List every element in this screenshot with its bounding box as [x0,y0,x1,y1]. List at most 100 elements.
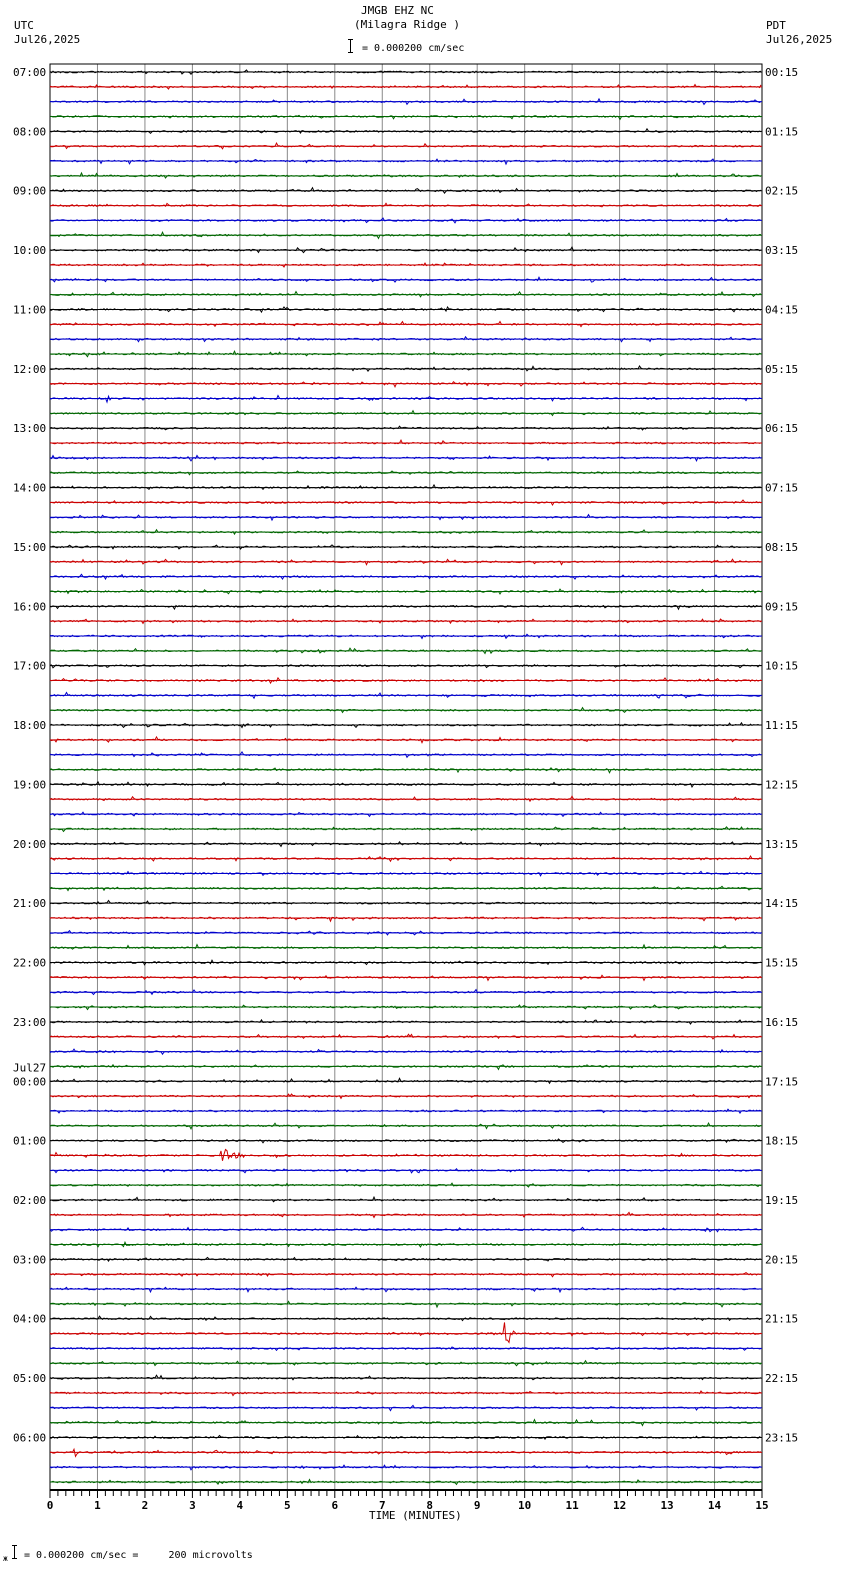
pdt-hour-label: 12:15 [765,778,798,791]
footer-scale-note: = 0.000200 cm/sec = 200 microvolts [24,1550,253,1561]
seismic-trace [49,202,762,208]
utc-hour-label: 00:00 [13,1075,46,1088]
pdt-hour-label: 19:15 [765,1194,798,1207]
utc-hour-label: 02:00 [13,1194,46,1207]
x-tick-label: 9 [474,1499,481,1512]
seismic-trace [49,1063,762,1071]
x-tick-label: 4 [237,1499,244,1512]
pdt-hour-label: 05:15 [765,363,798,376]
utc-hour-label: 03:00 [13,1253,46,1266]
pdt-hour-label: 10:15 [765,660,798,673]
utc-hour-label: 07:00 [13,66,46,79]
utc-hour-label: 09:00 [13,185,46,198]
utc-hour-label: 20:00 [13,838,46,851]
x-tick-label: 10 [518,1499,531,1512]
utc-hour-label: 13:00 [13,422,46,435]
seismic-trace [49,573,761,581]
pdt-hour-label: 09:15 [765,600,798,613]
pdt-hour-label: 21:15 [765,1313,798,1326]
x-tick-label: 12 [613,1499,626,1512]
utc-hour-label: 21:00 [13,897,46,910]
seismic-trace [49,499,762,507]
utc-hour-label: 14:00 [13,482,46,495]
plot-frame [49,63,763,1491]
seismic-trace [49,767,762,774]
seismic-trace [49,1346,762,1352]
pdt-hour-label: 14:15 [765,897,798,910]
pdt-hour-label: 22:15 [765,1372,798,1385]
utc-hour-label: 06:00 [13,1431,46,1444]
utc-hour-label: 16:00 [13,600,46,613]
utc-hour-label: 05:00 [13,1372,46,1385]
x-tick-label: 15 [755,1499,768,1512]
pdt-hour-label: 23:15 [765,1431,798,1444]
seismic-trace [49,335,762,343]
x-tick-label: 2 [142,1499,149,1512]
seismic-trace [49,795,762,803]
pdt-hour-label: 17:15 [765,1075,798,1088]
utc-hour-label: 10:00 [13,244,46,257]
pdt-hour-label: 08:15 [765,541,798,554]
footer-scale-bar-icon [12,1545,19,1559]
seismic-trace [49,470,761,476]
seismic-trace [50,959,762,966]
seismic-trace [49,1322,762,1344]
pdt-hour-label: 11:15 [765,719,798,732]
pdt-hour-label: 07:15 [765,482,798,495]
seismic-trace [49,780,762,789]
pdt-hour-label: 20:15 [765,1253,798,1266]
utc-hour-label: 22:00 [13,957,46,970]
utc-hour-label: 11:00 [13,303,46,316]
seismic-trace [49,114,762,121]
seismic-trace [50,1447,762,1458]
seismic-trace [49,262,762,268]
pdt-hour-label: 02:15 [765,185,798,198]
x-tick-label: 5 [284,1499,291,1512]
utc-hour-label: 19:00 [13,778,46,791]
pdt-hour-label: 18:15 [765,1135,798,1148]
pdt-hour-label: 15:15 [765,957,798,970]
seismic-trace [49,230,762,240]
seismic-trace [49,1418,762,1427]
seismic-trace [49,1195,762,1203]
x-tick-label: 13 [660,1499,673,1512]
utc-hour-label: 04:00 [13,1313,46,1326]
pdt-hour-label: 01:15 [765,125,798,138]
utc-hour-label: 17:00 [13,660,46,673]
pdt-hour-label: 06:15 [765,422,798,435]
pdt-hour-label: 03:15 [765,244,798,257]
x-tick-label: 1 [94,1499,101,1512]
seismic-trace [49,142,762,150]
utc-hour-label: 01:00 [13,1135,46,1148]
seismic-trace [49,1374,762,1381]
utc-hour-label: 12:00 [13,363,46,376]
x-tick-label: 6 [331,1499,338,1512]
seismic-trace [49,320,762,328]
x-axis-title: TIME (MINUTES) [369,1509,462,1522]
seismic-trace [49,647,761,655]
seismic-trace [49,217,762,224]
seismic-trace [49,83,762,90]
x-tick-label: 3 [189,1499,196,1512]
utc-hour-label: 15:00 [13,541,46,554]
seismic-trace [49,544,762,550]
pdt-hour-label: 04:15 [765,303,798,316]
footer-mark: ж [3,1554,8,1563]
seismic-trace [49,558,762,566]
x-tick-label: 0 [47,1499,54,1512]
helicorder-plot: 07:00 00:15 08:00 01:15 09:00 02:15 10:00 03:15… [13,63,798,1512]
utc-hour-label: 18:00 [13,719,46,732]
utc-hour-label: 23:00 [13,1016,46,1029]
utc-hour-label: 08:00 [13,125,46,138]
seismic-trace [50,1404,762,1412]
pdt-hour-label: 00:15 [765,66,798,79]
seismic-trace [49,1093,762,1100]
x-tick-label: 11 [566,1499,580,1512]
seismic-trace [49,380,762,388]
seismic-trace [49,1478,762,1486]
seismic-trace [49,1315,762,1322]
seismic-trace [49,69,762,75]
seismic-trace [49,854,762,863]
seismic-trace [49,1240,762,1248]
seismic-trace [49,943,762,950]
